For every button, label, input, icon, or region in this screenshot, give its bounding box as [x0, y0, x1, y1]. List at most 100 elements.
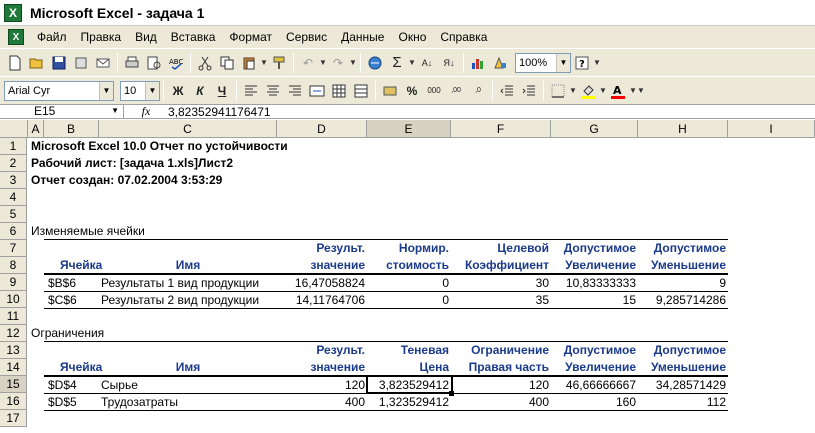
row-header-7[interactable]: 7 — [0, 240, 27, 257]
t1-row2-reduced[interactable]: 0 — [367, 292, 451, 309]
align-left-icon[interactable] — [240, 80, 262, 102]
list-icon[interactable] — [350, 80, 372, 102]
t1-row1-dec[interactable]: 9 — [638, 275, 728, 292]
fill-color-icon[interactable] — [577, 80, 599, 102]
row-header-12[interactable]: 12 — [0, 325, 27, 342]
menu-edit[interactable]: Правка — [74, 27, 129, 47]
row-header-8[interactable]: 8 — [0, 257, 27, 274]
t1-row2-final[interactable]: 14,11764706 — [277, 292, 367, 309]
column-header-d[interactable]: D — [277, 120, 367, 138]
t1-header-allow-inc-1[interactable]: Допустимое — [551, 240, 638, 257]
t2-row1-dec[interactable]: 34,28571429 — [638, 377, 728, 394]
fill-color-dropdown-icon[interactable]: ▼ — [599, 86, 607, 95]
t2-row1-rhs[interactable]: 120 — [451, 377, 551, 394]
paste-dropdown-icon[interactable]: ▼ — [260, 58, 268, 67]
zoom-select[interactable]: 100% ▼ — [515, 52, 571, 73]
t1-row1-objective[interactable]: 30 — [451, 275, 551, 292]
t1-header-objective-2[interactable]: Коэффициент — [451, 257, 551, 274]
row-header-9[interactable]: 9 — [0, 274, 27, 291]
report-title[interactable]: Microsoft Excel 10.0 Отчет по устойчивос… — [29, 138, 288, 155]
italic-button[interactable]: К — [189, 80, 211, 102]
format-painter-icon[interactable] — [268, 52, 290, 74]
t2-header-allow-inc-2[interactable]: Увеличение — [551, 359, 638, 376]
permission-icon[interactable] — [70, 52, 92, 74]
t1-row1-reduced[interactable]: 0 — [367, 275, 451, 292]
t2-row2-final[interactable]: 400 — [277, 394, 367, 411]
zoom-dropdown-icon[interactable]: ▼ — [556, 53, 570, 72]
sort-ascending-icon[interactable]: А↓ — [416, 52, 438, 74]
t2-row1-final[interactable]: 120 — [277, 377, 367, 394]
t2-row2-rhs[interactable]: 400 — [451, 394, 551, 411]
t1-header-reduced-cost-1[interactable]: Нормир. — [367, 240, 451, 257]
t2-row2-dec[interactable]: 112 — [638, 394, 728, 411]
formula-input[interactable]: 3,82352941176471 — [168, 105, 271, 119]
t2-header-shadow-price-1[interactable]: Теневая — [367, 342, 451, 359]
toolbar-options-icon[interactable]: ▼ — [593, 58, 601, 67]
t2-header-allow-dec-1[interactable]: Допустимое — [638, 342, 728, 359]
t2-header-name[interactable]: Имя — [99, 359, 277, 376]
column-header-g[interactable]: G — [551, 120, 638, 138]
name-box[interactable]: E15 ▼ — [0, 104, 124, 119]
t1-row1-inc[interactable]: 10,83333333 — [551, 275, 638, 292]
menu-format[interactable]: Формат — [222, 27, 279, 47]
autosum-icon[interactable]: Σ — [386, 52, 408, 74]
menu-tools[interactable]: Сервис — [279, 27, 334, 47]
t1-row1-final[interactable]: 16,47058824 — [277, 275, 367, 292]
row-header-11[interactable]: 11 — [0, 308, 27, 325]
t2-header-final-value-1[interactable]: Результ. — [277, 342, 367, 359]
row-header-13[interactable]: 13 — [0, 342, 27, 359]
menu-file[interactable]: Файл — [30, 27, 74, 47]
row-header-14[interactable]: 14 — [0, 359, 27, 376]
currency-icon[interactable] — [379, 80, 401, 102]
t2-row2-inc[interactable]: 160 — [551, 394, 638, 411]
row-header-10[interactable]: 10 — [0, 291, 27, 308]
row-header-3[interactable]: 3 — [0, 172, 27, 189]
workbook-icon[interactable]: X — [8, 29, 24, 45]
t2-header-cell[interactable]: Ячейка — [44, 359, 102, 376]
section-constraints[interactable]: Ограничения — [29, 325, 104, 342]
column-header-b[interactable]: B — [44, 120, 99, 138]
t2-row2-shadow[interactable]: 1,323529412 — [367, 394, 451, 411]
decrease-decimal-icon[interactable]: ,0 — [467, 80, 489, 102]
t2-row1-cell[interactable]: $D$4 — [44, 377, 77, 394]
row-header-16[interactable]: 16 — [0, 393, 27, 410]
font-color-icon[interactable]: A — [607, 80, 629, 102]
t1-row2-cell[interactable]: $C$6 — [44, 292, 77, 309]
insert-function-icon[interactable]: fx — [124, 104, 168, 119]
merge-center-icon[interactable] — [306, 80, 328, 102]
t1-header-final-value-1[interactable]: Результ. — [277, 240, 367, 257]
column-header-f[interactable]: F — [451, 120, 551, 138]
email-icon[interactable] — [92, 52, 114, 74]
fill-handle[interactable] — [449, 391, 454, 396]
autosum-dropdown-icon[interactable]: ▼ — [408, 58, 416, 67]
paste-icon[interactable] — [238, 52, 260, 74]
menu-help[interactable]: Справка — [433, 27, 494, 47]
redo-icon[interactable]: ↷ — [327, 52, 349, 74]
font-size-select[interactable]: 10 ▼ — [120, 80, 160, 101]
undo-icon[interactable]: ↶ — [297, 52, 319, 74]
increase-decimal-icon[interactable]: ,00 — [445, 80, 467, 102]
drawing-icon[interactable] — [489, 52, 511, 74]
t1-header-objective-1[interactable]: Целевой — [451, 240, 551, 257]
section-variable-cells[interactable]: Изменяемые ячейки — [29, 223, 145, 240]
t1-row1-cell[interactable]: $B$6 — [44, 275, 76, 292]
t2-header-constraint-2[interactable]: Правая часть — [451, 359, 551, 376]
save-icon[interactable] — [48, 52, 70, 74]
t2-row2-name[interactable]: Трудозатраты — [99, 394, 178, 411]
align-center-icon[interactable] — [262, 80, 284, 102]
column-header-i[interactable]: I — [728, 120, 815, 138]
borders-icon[interactable] — [547, 80, 569, 102]
row-header-1[interactable]: 1 — [0, 138, 27, 155]
percent-icon[interactable]: % — [401, 80, 423, 102]
align-right-icon[interactable] — [284, 80, 306, 102]
t2-header-final-value-2[interactable]: значение — [277, 359, 367, 376]
menu-data[interactable]: Данные — [334, 27, 391, 47]
t2-header-constraint-1[interactable]: Ограничение — [451, 342, 551, 359]
sort-descending-icon[interactable]: Я↓ — [438, 52, 460, 74]
t1-header-final-value-2[interactable]: значение — [277, 257, 367, 274]
column-header-c[interactable]: C — [99, 120, 277, 138]
decrease-indent-icon[interactable] — [496, 80, 518, 102]
row-header-4[interactable]: 4 — [0, 189, 27, 206]
t1-header-allow-inc-2[interactable]: Увеличение — [551, 257, 638, 274]
chart-wizard-icon[interactable] — [467, 52, 489, 74]
